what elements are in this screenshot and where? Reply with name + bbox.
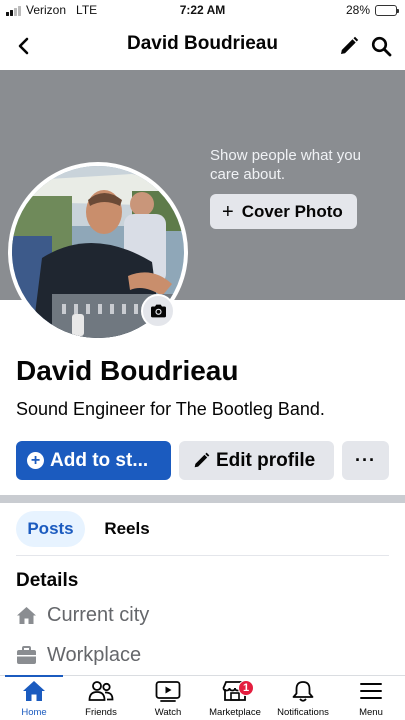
- pencil-icon: [341, 36, 359, 54]
- add-to-story-label: Add to st...: [50, 449, 149, 471]
- battery-icon: [375, 4, 399, 16]
- cover-photo-label: Cover Photo: [241, 201, 343, 221]
- more-options-button[interactable]: ···: [342, 441, 389, 480]
- tab-label: Watch: [154, 707, 182, 718]
- pencil-icon: [194, 452, 210, 468]
- edit-button[interactable]: [336, 33, 362, 59]
- plus-icon: +: [222, 200, 234, 223]
- tab-label: Friends: [85, 707, 117, 718]
- marketplace-badge: 1: [238, 680, 254, 696]
- tabbar-friends[interactable]: Friends: [68, 676, 134, 720]
- tabs-divider: [16, 555, 389, 556]
- friends-icon: [88, 681, 114, 701]
- tabbar-menu[interactable]: Menu: [338, 676, 404, 720]
- edit-profile-label: Edit profile: [216, 449, 316, 471]
- profile-bio: Sound Engineer for The Bootleg Band.: [16, 399, 325, 419]
- status-bar: Verizon LTE 7:22 AM 28%: [0, 0, 405, 22]
- nav-header: David Boudrieau: [0, 22, 405, 70]
- tabbar-marketplace[interactable]: 1 Marketplace: [202, 676, 268, 720]
- tabbar-watch[interactable]: Watch: [135, 676, 201, 720]
- add-cover-photo-button[interactable]: + Cover Photo: [210, 194, 357, 229]
- watch-icon: [155, 681, 181, 702]
- tabbar-notifications[interactable]: Notifications: [270, 676, 336, 720]
- briefcase-icon: [17, 646, 36, 664]
- more-icon: ···: [355, 450, 376, 470]
- edit-profile-button[interactable]: Edit profile: [179, 441, 334, 480]
- change-profile-photo-button[interactable]: [141, 294, 175, 328]
- section-divider: [0, 495, 405, 503]
- plus-circle-icon: +: [27, 452, 44, 469]
- home-icon: [17, 607, 36, 624]
- status-right: 28%: [345, 3, 399, 17]
- tab-label: Notifications: [277, 707, 329, 718]
- tab-label: Home: [21, 707, 47, 718]
- detail-label: Workplace: [47, 644, 142, 666]
- tab-posts[interactable]: Posts: [16, 511, 85, 547]
- status-time: 7:22 AM: [179, 3, 226, 17]
- profile-name: David Boudrieau: [16, 355, 239, 386]
- home-icon: [23, 681, 45, 701]
- tab-label: Menu: [359, 707, 383, 718]
- tab-reels[interactable]: Reels: [95, 511, 159, 547]
- search-button[interactable]: [368, 33, 394, 59]
- add-to-story-button[interactable]: + Add to st...: [16, 441, 171, 480]
- battery-percent: 28%: [345, 3, 370, 17]
- bell-icon: [292, 681, 314, 702]
- tabbar-home[interactable]: Home: [1, 675, 67, 720]
- tab-label: Marketplace: [209, 707, 261, 718]
- cover-hint-text: Show people what you care about.: [210, 147, 361, 183]
- detail-label: Current city: [47, 604, 150, 626]
- menu-icon: [360, 683, 382, 699]
- search-icon: [371, 36, 391, 56]
- bottom-tab-bar: Home Friends Watch 1 Marketplace Notific…: [0, 675, 405, 720]
- camera-icon: [150, 304, 166, 318]
- detail-current-city[interactable]: Current city: [16, 604, 149, 627]
- detail-workplace[interactable]: Workplace: [16, 644, 141, 667]
- details-heading: Details: [16, 570, 79, 591]
